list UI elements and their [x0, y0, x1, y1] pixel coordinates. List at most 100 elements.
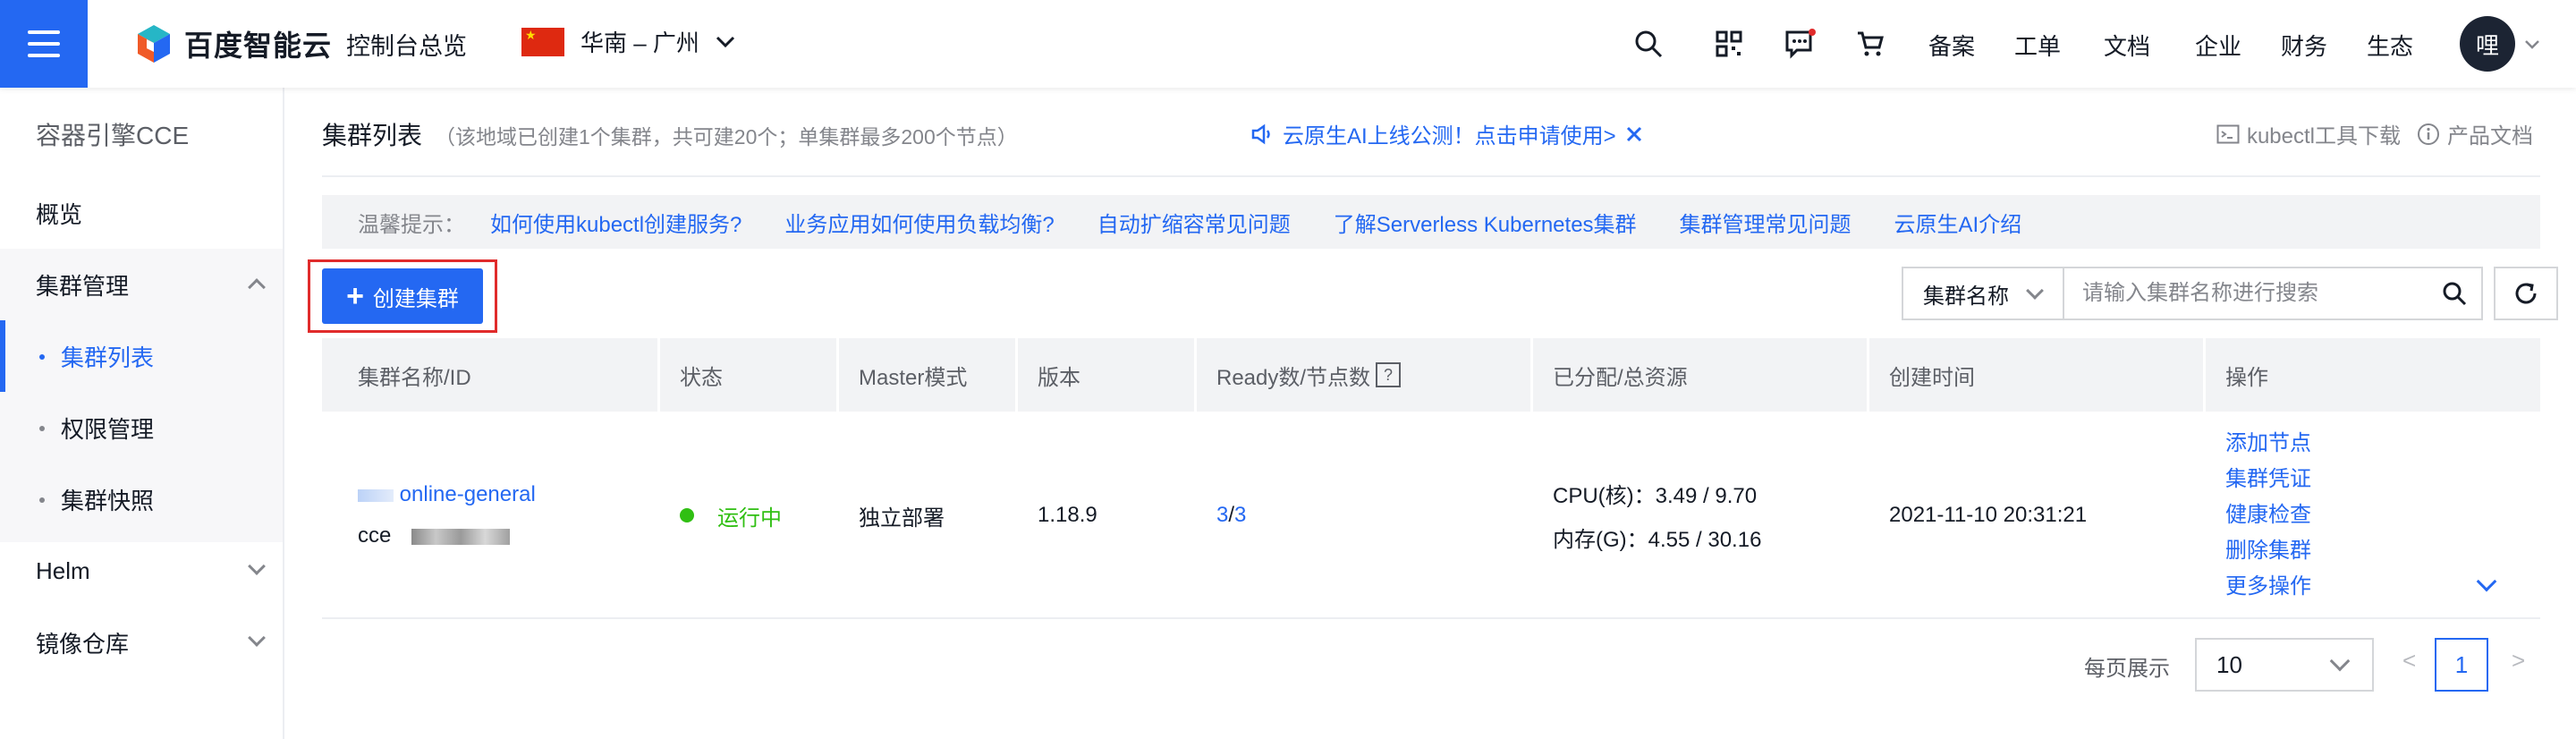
kubectl-download-link[interactable]: kubectl工具下载	[2216, 118, 2401, 149]
sidebar-item-image-registry[interactable]: 镜像仓库	[0, 607, 283, 678]
redacted-icon	[358, 488, 394, 502]
tip-link[interactable]: 自动扩缩容常见问题	[1097, 207, 1291, 238]
cell-status: 运行中	[660, 412, 839, 619]
cell-version: 1.18.9	[1018, 412, 1197, 619]
status-text: 运行中	[717, 505, 782, 531]
cluster-credentials-link[interactable]: 集群凭证	[2225, 467, 2540, 492]
add-node-link[interactable]: 添加节点	[2225, 431, 2540, 456]
nav-ecosystem[interactable]: 生态	[2367, 29, 2413, 62]
nav-beian[interactable]: 备案	[1928, 29, 1975, 62]
terminal-icon	[2216, 124, 2240, 143]
chevron-down-icon	[2026, 282, 2044, 300]
search-field-label: 集群名称	[1923, 284, 2009, 309]
column-header-created: 创建时间	[1869, 338, 2206, 412]
brand-name: 百度智能云	[184, 30, 333, 62]
sidebar: 容器引擎CCE 概览 集群管理 集群列表 权限管理 集群快照 Helm 镜像仓库	[0, 88, 284, 739]
sidebar-item-cluster-list[interactable]: 集群列表	[0, 320, 283, 392]
sidebar-item-helm[interactable]: Helm	[0, 535, 283, 607]
page-size-label: 每页展示	[2084, 657, 2170, 681]
sidebar-item-label: 集群列表	[61, 344, 155, 371]
separator-slash: /	[1228, 503, 1235, 527]
cell-operations: 添加节点 集群凭证 健康检查 删除集群 更多操作	[2206, 412, 2540, 619]
page-size-select[interactable]: 10	[2195, 638, 2374, 692]
column-header-ready-label: Ready数/节点数	[1216, 365, 1371, 390]
sidebar-item-cluster-snapshot[interactable]: 集群快照	[0, 463, 283, 535]
cell-created-time: 2021-11-10 20:31:21	[1869, 412, 2206, 619]
refresh-icon	[2515, 283, 2537, 304]
sidebar-item-overview[interactable]: 概览	[0, 177, 283, 249]
redacted-cluster-id	[411, 528, 511, 545]
plus-icon: +	[346, 279, 364, 313]
next-page-button[interactable]: >	[2512, 647, 2525, 675]
close-icon[interactable]	[1625, 125, 1643, 143]
menu-line	[28, 54, 60, 57]
created-time-text: 2021-11-10 20:31:21	[1889, 503, 2088, 527]
nav-docs[interactable]: 文档	[2104, 29, 2150, 62]
cart-icon[interactable]	[1853, 27, 1887, 61]
cell-master-mode: 独立部署	[839, 412, 1018, 619]
cell-ready-nodes: 3/3	[1197, 412, 1533, 619]
chevron-up-icon	[248, 278, 266, 296]
cube-logo-icon	[138, 25, 170, 63]
brand-logo[interactable]: 百度智能云	[134, 23, 332, 64]
main-content: 集群列表 （该地域已创建1个集群，共可建20个；单集群最多200个节点） 云原生…	[284, 88, 2576, 739]
announcement-banner[interactable]: 云原生AI上线公测！点击申请使用>	[1250, 118, 1643, 149]
cluster-name-link[interactable]: online-general	[400, 482, 536, 506]
page-size-value: 10	[2216, 650, 2242, 678]
node-count-link[interactable]: 3	[1234, 503, 1246, 528]
prev-page-button[interactable]: <	[2402, 647, 2416, 675]
sidebar-item-permissions[interactable]: 权限管理	[0, 392, 283, 463]
chevron-down-icon	[716, 36, 734, 47]
search-field-select[interactable]: 集群名称	[1903, 268, 2064, 319]
sidebar-item-label: 镜像仓库	[36, 630, 130, 658]
tip-link[interactable]: 云原生AI介绍	[1894, 207, 2022, 238]
avatar-chevron-down-icon[interactable]	[2524, 39, 2540, 50]
page-number-button[interactable]: 1	[2435, 638, 2488, 692]
tip-link[interactable]: 集群管理常见问题	[1680, 207, 1852, 238]
region-selector[interactable]: 华南 – 广州	[521, 25, 735, 58]
version-text: 1.18.9	[1038, 503, 1097, 527]
china-flag-icon	[521, 27, 564, 56]
menu-line	[28, 42, 60, 46]
top-bar: 百度智能云 控制台总览 华南 – 广州 备案 工单 文档 企业 财务 生态 哩	[0, 0, 2576, 88]
nav-ticket[interactable]: 工单	[2014, 29, 2061, 62]
ready-count-link[interactable]: 3	[1216, 503, 1228, 528]
qrcode-icon[interactable]	[1712, 27, 1746, 61]
refresh-button[interactable]	[2494, 267, 2558, 320]
search-input[interactable]	[2064, 268, 2428, 319]
help-icon[interactable]: ?	[1376, 362, 1402, 387]
nav-enterprise[interactable]: 企业	[2195, 29, 2241, 62]
master-mode-text: 独立部署	[859, 505, 945, 531]
hamburger-menu-button[interactable]	[0, 0, 88, 88]
cpu-usage-text: CPU(核)：3.49 / 9.70	[1553, 484, 1758, 508]
create-cluster-button[interactable]: + 创建集群	[322, 268, 483, 324]
column-header-ready: Ready数/节点数 ?	[1197, 338, 1533, 412]
info-icon	[2418, 123, 2439, 145]
user-avatar[interactable]: 哩	[2460, 16, 2515, 72]
column-header-name: 集群名称/ID	[322, 338, 660, 412]
table-row: online-general cce 运行中 独立部署 1.18.9 3/3 C…	[322, 412, 2540, 619]
message-icon[interactable]	[1784, 27, 1818, 61]
header-divider	[322, 175, 2540, 177]
search-icon[interactable]	[1631, 27, 1665, 61]
tip-link[interactable]: 业务应用如何使用负载均衡?	[784, 207, 1054, 238]
column-header-resources: 已分配/总资源	[1533, 338, 1869, 412]
sidebar-item-label: 集群快照	[61, 487, 155, 514]
chevron-down-icon	[2329, 650, 2351, 672]
sidebar-item-label: Helm	[36, 556, 90, 584]
sidebar-item-cluster-management[interactable]: 集群管理	[0, 249, 283, 320]
cell-resources: CPU(核)：3.49 / 9.70 内存(G)：4.55 / 30.16	[1533, 412, 1869, 619]
delete-cluster-link[interactable]: 删除集群	[2225, 539, 2540, 564]
product-docs-link[interactable]: 产品文档	[2417, 118, 2533, 149]
memory-usage-text: 内存(G)：4.55 / 30.16	[1553, 528, 1762, 552]
tip-link[interactable]: 如何使用kubectl创建服务?	[490, 207, 741, 238]
search-icon[interactable]	[2428, 268, 2481, 319]
column-header-master: Master模式	[839, 338, 1018, 412]
nav-finance[interactable]: 财务	[2281, 29, 2327, 62]
product-title: 容器引擎CCE	[36, 122, 190, 149]
table-header: 集群名称/ID 状态 Master模式 版本 Ready数/节点数 ? 已分配/…	[322, 338, 2540, 412]
health-check-link[interactable]: 健康检查	[2225, 503, 2540, 528]
sidebar-item-label: 概览	[36, 200, 83, 228]
tip-link[interactable]: 了解Serverless Kubernetes集群	[1334, 207, 1637, 238]
console-overview-link[interactable]: 控制台总览	[346, 27, 467, 62]
